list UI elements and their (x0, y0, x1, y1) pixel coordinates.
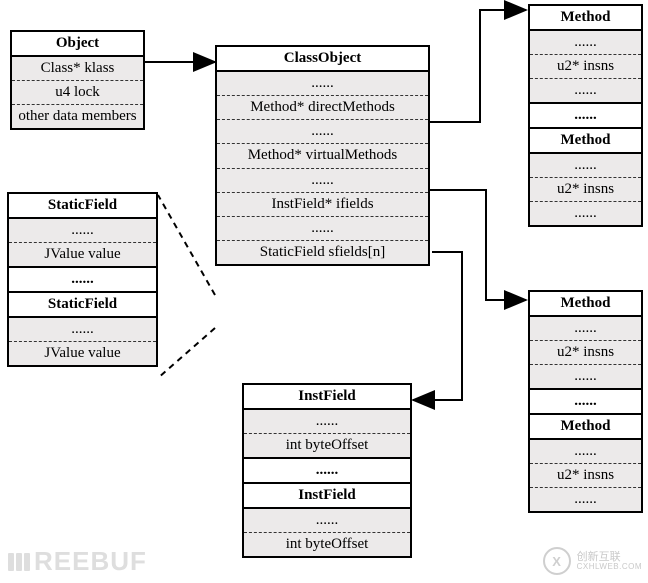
staticfield-row: ...... (9, 318, 156, 341)
instfield-row: int byteOffset (244, 433, 410, 457)
watermark-left: REEBUF (8, 546, 147, 577)
staticfield-row: ...... (9, 219, 156, 242)
instfield-box: InstField ...... int byteOffset ...... I… (242, 383, 412, 558)
method-title: Method (530, 127, 641, 154)
method-row: ...... (530, 154, 641, 177)
staticfield-title: StaticField (9, 194, 156, 219)
instfield-row: ...... (244, 410, 410, 433)
object-box: Object Class* klass u4 lock other data m… (10, 30, 145, 130)
method-row: u2* insns (530, 54, 641, 78)
classobject-row: Method* directMethods (217, 95, 428, 119)
watermark-left-icon (8, 553, 30, 571)
classobject-row: InstField* ifields (217, 192, 428, 216)
method-title: Method (530, 413, 641, 440)
instfield-title: InstField (244, 482, 410, 509)
staticfield-row: JValue value (9, 242, 156, 266)
instfield-row: int byteOffset (244, 532, 410, 556)
watermark-right-icon: X (543, 547, 571, 575)
method-row: u2* insns (530, 177, 641, 201)
object-row: Class* klass (12, 57, 143, 80)
classobject-row: ...... (217, 72, 428, 95)
object-row: other data members (12, 104, 143, 128)
method-row: ...... (530, 440, 641, 463)
classobject-row: StaticField sfields[n] (217, 240, 428, 264)
staticfield-ellipsis: ...... (9, 266, 156, 291)
watermark-right: X 创新互联 CXHLWEB.COM (543, 547, 642, 575)
method-bottom-box: Method ...... u2* insns ...... ...... Me… (528, 290, 643, 513)
staticfield-box: StaticField ...... JValue value ...... S… (7, 192, 158, 367)
method-row: ...... (530, 364, 641, 388)
watermark-right-line1: 创新互联 (577, 551, 642, 563)
staticfield-title: StaticField (9, 291, 156, 318)
method-row: u2* insns (530, 340, 641, 364)
method-row: ...... (530, 78, 641, 102)
method-row: ...... (530, 31, 641, 54)
method-title: Method (530, 6, 641, 31)
classobject-row: ...... (217, 168, 428, 192)
instfield-ellipsis: ...... (244, 457, 410, 482)
classobject-row: ...... (217, 119, 428, 143)
object-title: Object (12, 32, 143, 57)
method-ellipsis: ...... (530, 102, 641, 127)
method-row: ...... (530, 317, 641, 340)
watermark-right-line2: CXHLWEB.COM (577, 563, 642, 572)
method-ellipsis: ...... (530, 388, 641, 413)
method-row: u2* insns (530, 463, 641, 487)
object-row: u4 lock (12, 80, 143, 104)
classobject-title: ClassObject (217, 47, 428, 72)
method-row: ...... (530, 201, 641, 225)
method-row: ...... (530, 487, 641, 511)
instfield-title: InstField (244, 385, 410, 410)
staticfield-row: JValue value (9, 341, 156, 365)
method-title: Method (530, 292, 641, 317)
watermark-left-text: REEBUF (34, 546, 147, 577)
classobject-row: Method* virtualMethods (217, 143, 428, 167)
instfield-row: ...... (244, 509, 410, 532)
classobject-box: ClassObject ...... Method* directMethods… (215, 45, 430, 266)
classobject-row: ...... (217, 216, 428, 240)
method-top-box: Method ...... u2* insns ...... ...... Me… (528, 4, 643, 227)
